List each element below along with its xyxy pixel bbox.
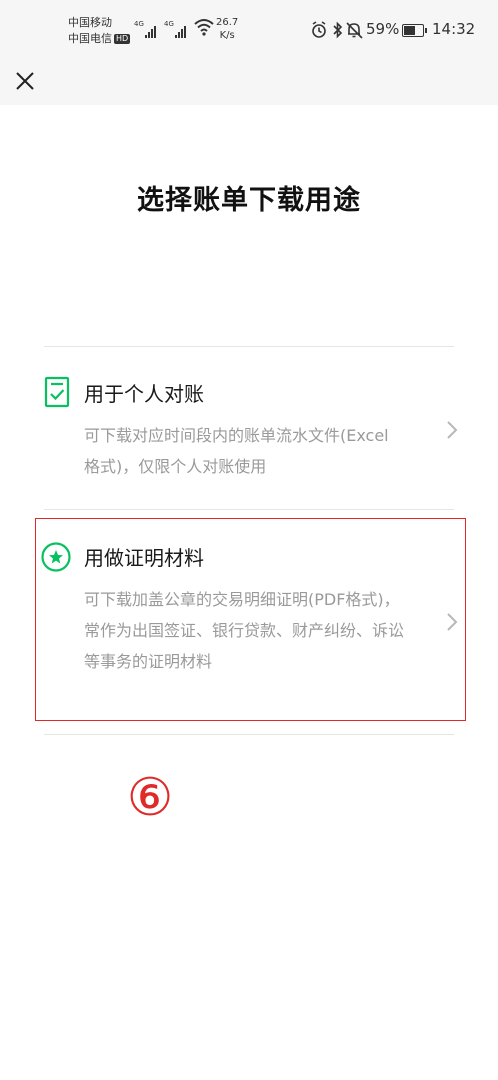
- option-description: 可下载对应时间段内的账单流水文件(Excel格式)，仅限个人对账使用: [84, 426, 389, 476]
- divider-middle: [44, 509, 454, 510]
- network-1-label: 4G: [134, 20, 144, 28]
- signal-1-icon: 4G: [134, 20, 160, 40]
- battery-percent: 59%: [366, 20, 400, 38]
- step-marker: ⑥: [126, 768, 174, 828]
- alarm-icon: [312, 21, 326, 38]
- option-title: 用于个人对账: [84, 382, 204, 406]
- page-title: 选择账单下载用途: [137, 185, 361, 216]
- highlight-box: [35, 518, 466, 721]
- hd-badge: HD: [114, 34, 131, 44]
- network-speed: 26.7 K/s: [216, 16, 238, 42]
- mute-bell-icon: [346, 22, 363, 39]
- signal-2-icon: 4G: [164, 20, 190, 40]
- battery-icon: [402, 24, 427, 37]
- divider-top: [44, 346, 454, 347]
- clock: 14:32: [432, 20, 476, 38]
- wifi-icon: [194, 19, 214, 36]
- network-2-label: 4G: [164, 20, 174, 28]
- close-icon: [16, 72, 34, 90]
- option-personal-reconciliation[interactable]: 用于个人对账 可下载对应时间段内的账单流水文件(Excel格式)，仅限个人对账使…: [36, 372, 466, 492]
- bluetooth-icon: [333, 21, 343, 39]
- status-icons: [312, 21, 363, 39]
- carrier-info: 中国移动 中国电信 HD: [68, 15, 131, 47]
- chevron-right-icon: [447, 421, 458, 439]
- speed-unit: K/s: [219, 30, 235, 41]
- speed-value: 26.7: [216, 17, 239, 28]
- divider-bottom: [44, 734, 454, 735]
- status-bar: 中国移动 中国电信 HD 4G 4G 26.7 K/s 59% 14:32: [0, 0, 498, 60]
- document-check-icon: [44, 376, 70, 408]
- carrier-2: 中国电信: [68, 32, 112, 45]
- close-button[interactable]: [10, 66, 40, 96]
- carrier-1: 中国移动: [68, 16, 112, 29]
